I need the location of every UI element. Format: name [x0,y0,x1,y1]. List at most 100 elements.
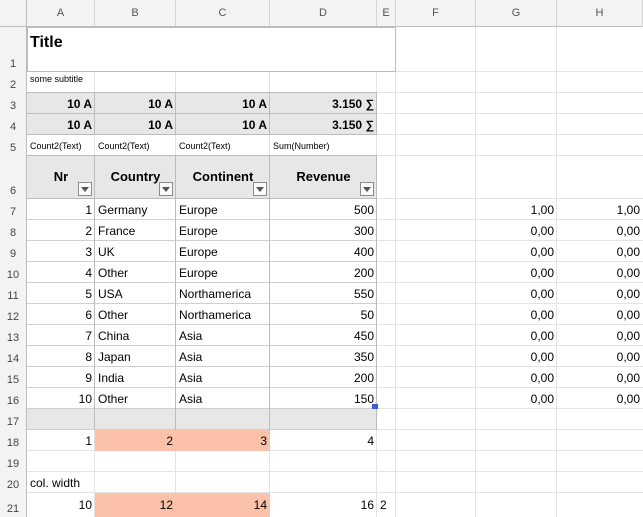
country-cell[interactable]: Other [95,388,176,409]
h-value-cell[interactable]: 0,00 [557,388,643,409]
g-value-cell[interactable]: 0,00 [476,325,557,346]
revenue-cell[interactable]: 400 [270,241,377,262]
summary-cell[interactable]: 10 A [176,114,270,135]
column-header-h[interactable]: H [557,0,643,27]
filter-dropdown-button[interactable] [159,182,173,196]
summary-label[interactable]: Sum(Number) [270,135,377,156]
continent-cell[interactable]: Northamerica [176,304,270,325]
summary-cell[interactable]: 10 A [95,93,176,114]
row-header-13[interactable]: 13 [0,325,27,346]
summary-label[interactable]: Count2(Text) [176,135,270,156]
continent-cell[interactable]: Europe [176,262,270,283]
row-header-11[interactable]: 11 [0,283,27,304]
revenue-cell[interactable]: 200 [270,367,377,388]
empty-total-row[interactable] [27,409,377,430]
g-value-cell[interactable]: 0,00 [476,388,557,409]
nr-cell[interactable]: 8 [27,346,95,367]
nr-cell[interactable]: 5 [27,283,95,304]
row-header-3[interactable]: 3 [0,93,27,114]
country-cell[interactable]: USA [95,283,176,304]
col-width-label[interactable]: col. width [27,472,176,493]
nr-cell[interactable]: 2 [27,220,95,241]
column-header-g[interactable]: G [476,0,557,27]
country-cell[interactable]: Germany [95,199,176,220]
column-header-e[interactable]: E [377,0,396,27]
g-value-cell[interactable]: 0,00 [476,241,557,262]
g-value-cell[interactable]: 0,00 [476,304,557,325]
h-value-cell[interactable]: 1,00 [557,199,643,220]
h-value-cell[interactable]: 0,00 [557,283,643,304]
continent-cell[interactable]: Europe [176,199,270,220]
summary-cell[interactable]: 10 A [176,93,270,114]
page-title[interactable]: Title [27,27,396,72]
col-width-cell[interactable]: 16 [270,493,377,517]
g-value-cell[interactable]: 0,00 [476,262,557,283]
revenue-cell[interactable]: 500 [270,199,377,220]
row-header-10[interactable]: 10 [0,262,27,283]
row-header-18[interactable]: 18 [0,430,27,451]
row-header-20[interactable]: 20 [0,472,27,493]
g-value-cell[interactable]: 0,00 [476,283,557,304]
country-cell[interactable]: India [95,367,176,388]
h-value-cell[interactable]: 0,00 [557,241,643,262]
row-header-12[interactable]: 12 [0,304,27,325]
col-width-cell[interactable]: 14 [176,493,270,517]
row-header-14[interactable]: 14 [0,346,27,367]
continent-cell[interactable]: Asia [176,367,270,388]
summary-label[interactable]: Count2(Text) [95,135,176,156]
row18-cell[interactable]: 1 [27,430,95,451]
country-cell[interactable]: Japan [95,346,176,367]
country-cell[interactable]: Other [95,304,176,325]
g-value-cell[interactable]: 0,00 [476,367,557,388]
nr-cell[interactable]: 1 [27,199,95,220]
continent-cell[interactable]: Northamerica [176,283,270,304]
filter-dropdown-button[interactable] [360,182,374,196]
summary-label[interactable]: Count2(Text) [27,135,95,156]
select-all-corner[interactable] [0,0,27,27]
country-cell[interactable]: China [95,325,176,346]
nr-cell[interactable]: 4 [27,262,95,283]
continent-cell[interactable]: Europe [176,220,270,241]
filter-dropdown-button[interactable] [78,182,92,196]
col-width-cell[interactable]: 2 [377,493,396,517]
revenue-cell[interactable]: 550 [270,283,377,304]
row18-cell[interactable]: 3 [176,430,270,451]
g-value-cell[interactable]: 0,00 [476,220,557,241]
nr-cell[interactable]: 9 [27,367,95,388]
row-header-9[interactable]: 9 [0,241,27,262]
h-value-cell[interactable]: 0,00 [557,220,643,241]
row-header-5[interactable]: 5 [0,135,27,156]
page-subtitle[interactable]: some subtitle [27,72,270,93]
h-value-cell[interactable]: 0,00 [557,325,643,346]
summary-cell[interactable]: 10 A [27,93,95,114]
row-header-15[interactable]: 15 [0,367,27,388]
continent-cell[interactable]: Asia [176,346,270,367]
revenue-cell[interactable]: 350 [270,346,377,367]
row-header-8[interactable]: 8 [0,220,27,241]
h-value-cell[interactable]: 0,00 [557,367,643,388]
revenue-cell[interactable]: 200 [270,262,377,283]
row-header-19[interactable]: 19 [0,451,27,472]
continent-cell[interactable]: Asia [176,388,270,409]
summary-cell[interactable]: 3.150 ∑ [270,114,377,135]
col-width-cell[interactable]: 10 [27,493,95,517]
row-header-16[interactable]: 16 [0,388,27,409]
row18-cell[interactable]: 2 [95,430,176,451]
h-value-cell[interactable]: 0,00 [557,346,643,367]
country-cell[interactable]: France [95,220,176,241]
nr-cell[interactable]: 7 [27,325,95,346]
continent-cell[interactable]: Europe [176,241,270,262]
column-header-a[interactable]: A [27,0,95,27]
h-value-cell[interactable]: 0,00 [557,262,643,283]
row-header-4[interactable]: 4 [0,114,27,135]
nr-cell[interactable]: 6 [27,304,95,325]
col-width-cell[interactable]: 12 [95,493,176,517]
revenue-cell[interactable]: 50 [270,304,377,325]
row-header-1[interactable]: 1 [0,27,27,72]
revenue-cell[interactable]: 300 [270,220,377,241]
column-header-f[interactable]: F [396,0,476,27]
row-header-17[interactable]: 17 [0,409,27,430]
revenue-cell[interactable]: 450 [270,325,377,346]
g-value-cell[interactable]: 0,00 [476,346,557,367]
row-header-6[interactable]: 6 [0,156,27,199]
